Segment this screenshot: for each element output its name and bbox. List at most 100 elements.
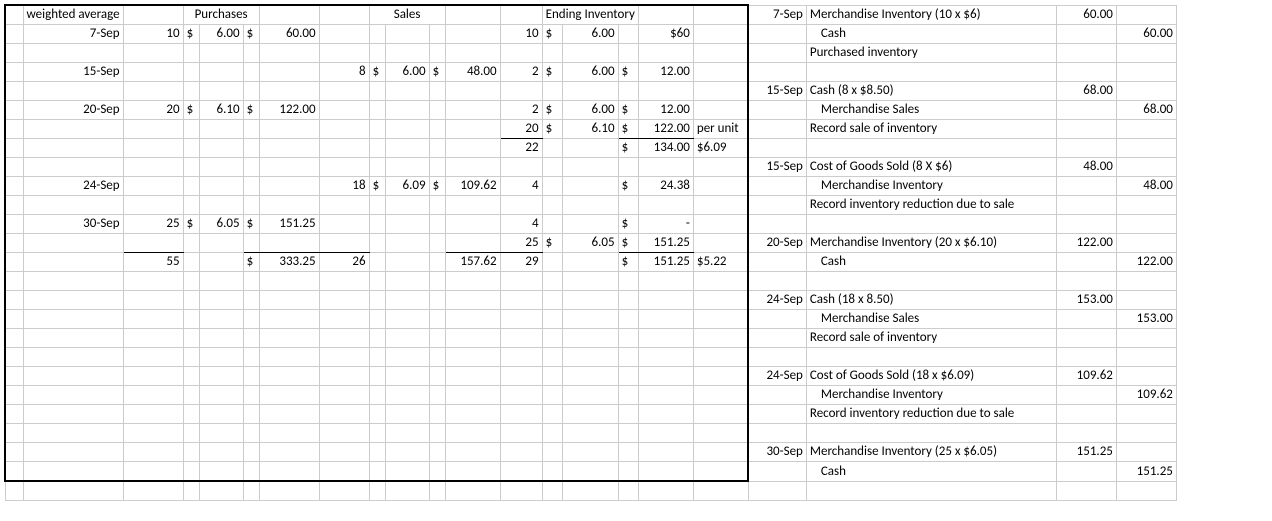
per-unit-value: $6.09	[693, 139, 748, 158]
cell: 151.25	[638, 234, 693, 253]
cell: 25	[500, 234, 542, 253]
je-text: Cost of Goods Sold (18 x $6.09)	[806, 367, 1056, 386]
cell: 109.62	[445, 177, 500, 196]
je-text: Merchandise Inventory (20 x $6.10)	[806, 234, 1056, 253]
je-date: 15-Sep	[748, 82, 806, 101]
cell: 12.00	[638, 101, 693, 120]
cell: 10	[123, 25, 183, 44]
cell: $	[542, 101, 562, 120]
je-credit: 48.00	[1116, 177, 1176, 196]
cell: 20	[123, 101, 183, 120]
je-text: Merchandise Sales	[806, 101, 1056, 120]
je-text: Cash (18 x 8.50)	[806, 291, 1056, 310]
cell: 60.00	[259, 25, 319, 44]
je-text: Record inventory reduction due to sale	[806, 405, 1056, 424]
cell: 6.00	[385, 63, 429, 82]
je-debit: 153.00	[1056, 291, 1116, 310]
cell: $	[618, 139, 638, 158]
cell: 26	[319, 253, 369, 272]
cell: 122.00	[259, 101, 319, 120]
je-text: Merchandise Inventory (10 x $6)	[806, 5, 1056, 25]
je-debit: 122.00	[1056, 234, 1116, 253]
cell: $	[243, 215, 259, 234]
cell: 6.10	[199, 101, 243, 120]
cell: $	[243, 101, 259, 120]
cell: 333.25	[259, 253, 319, 272]
je-date: 24-Sep	[748, 291, 806, 310]
cell: 6.00	[562, 25, 618, 44]
cell: 6.00	[562, 101, 618, 120]
je-text: Record inventory reduction due to sale	[806, 196, 1056, 215]
per-unit-label: per unit	[693, 120, 748, 139]
cell: -	[638, 215, 693, 234]
cell: 6.10	[562, 120, 618, 139]
cell: $	[429, 177, 445, 196]
cell: $	[183, 215, 199, 234]
cell: 157.62	[445, 253, 500, 272]
je-text: Cash (8 x $8.50)	[806, 82, 1056, 101]
je-date: 15-Sep	[748, 158, 806, 177]
cell: 55	[123, 253, 183, 272]
je-credit: 109.62	[1116, 386, 1176, 405]
je-credit: 153.00	[1116, 310, 1176, 329]
cell: $	[369, 63, 385, 82]
cell: 2	[500, 101, 542, 120]
cell: $	[618, 215, 638, 234]
cell: $	[618, 253, 638, 272]
date-cell: 20-Sep	[23, 101, 123, 120]
je-date: 24-Sep	[748, 367, 806, 386]
je-text: Merchandise Inventory (25 x $6.05)	[806, 443, 1056, 462]
je-credit: 122.00	[1116, 253, 1176, 272]
cell: $	[243, 253, 259, 272]
cell: 151.25	[638, 253, 693, 272]
cell: 18	[319, 177, 369, 196]
je-text: Cash	[806, 25, 1056, 44]
je-text: Cash	[806, 253, 1056, 272]
cell: $	[542, 120, 562, 139]
date-cell: 30-Sep	[23, 215, 123, 234]
cell: $	[618, 234, 638, 253]
cell: $	[542, 25, 562, 44]
cell: 8	[319, 63, 369, 82]
je-credit: 60.00	[1116, 25, 1176, 44]
je-debit: 68.00	[1056, 82, 1116, 101]
je-date: 20-Sep	[748, 234, 806, 253]
hdr-wavg: weighted average	[23, 5, 123, 25]
cell: 22	[500, 139, 542, 158]
hdr-purchases: Purchases	[183, 5, 259, 25]
je-debit: 109.62	[1056, 367, 1116, 386]
cell: $	[618, 177, 638, 196]
je-credit: 151.25	[1116, 462, 1176, 482]
cell: 6.05	[199, 215, 243, 234]
cell: 20	[500, 120, 542, 139]
date-cell: 24-Sep	[23, 177, 123, 196]
cell: 24.38	[638, 177, 693, 196]
je-text: Cost of Goods Sold (8 X $6)	[806, 158, 1056, 177]
cell: $	[429, 63, 445, 82]
hdr-ending-inv: Ending Inventory	[542, 5, 638, 25]
je-text: Record sale of inventory	[806, 329, 1056, 348]
date-cell: 7-Sep	[23, 25, 123, 44]
cell: 10	[500, 25, 542, 44]
cell: 151.25	[259, 215, 319, 234]
cell: 6.00	[199, 25, 243, 44]
cell: $	[618, 101, 638, 120]
date-cell: 15-Sep	[23, 63, 123, 82]
cell: 4	[500, 215, 542, 234]
cell: 2	[500, 63, 542, 82]
cell: $	[542, 234, 562, 253]
cell: 6.09	[385, 177, 429, 196]
je-text: Merchandise Sales	[806, 310, 1056, 329]
je-date: 7-Sep	[748, 5, 806, 25]
cell: 12.00	[638, 63, 693, 82]
cell: $	[618, 63, 638, 82]
cell: $	[183, 101, 199, 120]
cell: 6.00	[562, 63, 618, 82]
je-text: Record sale of inventory	[806, 120, 1056, 139]
cell: 29	[500, 253, 542, 272]
je-text: Cash	[806, 462, 1056, 482]
je-debit: 48.00	[1056, 158, 1116, 177]
cell: $	[183, 25, 199, 44]
spreadsheet: weighted average Purchases Sales Ending …	[4, 4, 1177, 501]
cell: 48.00	[445, 63, 500, 82]
